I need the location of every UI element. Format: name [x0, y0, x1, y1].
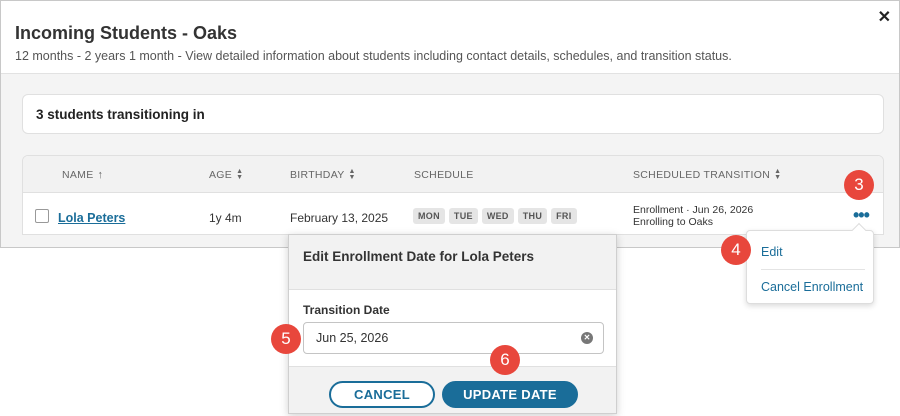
incoming-students-modal: Incoming Students - Oaks ✕ 12 months - 2… — [0, 0, 900, 248]
step-badge-6: 6 — [490, 345, 520, 375]
transition-date-label: Transition Date — [303, 303, 390, 317]
day-chip: MON — [413, 208, 445, 224]
column-header-age[interactable]: AGE ▲ ▼ — [209, 168, 244, 181]
column-header-name[interactable]: NAME ↑ — [62, 169, 103, 181]
sort-icon: ▲ ▼ — [348, 168, 356, 181]
scheduled-transition: Enrollment · Jun 26, 2026 Enrolling to O… — [633, 204, 753, 228]
schedule-days: MON TUE WED THU FRI — [413, 208, 577, 224]
modal-title: Incoming Students - Oaks — [15, 23, 238, 43]
student-age: 1y 4m — [209, 211, 242, 225]
day-chip: TUE — [448, 208, 478, 224]
transition-date-input[interactable]: Jun 25, 2026 ✕ — [303, 322, 604, 354]
student-birthday: February 13, 2025 — [290, 211, 389, 225]
day-chip: WED — [481, 208, 514, 224]
edit-enrollment-popover: Edit Enrollment Date for Lola Peters Tra… — [288, 234, 617, 414]
clear-icon[interactable]: ✕ — [581, 332, 593, 344]
day-chip: FRI — [551, 208, 577, 224]
step-badge-3: 3 — [844, 170, 874, 200]
students-table: NAME ↑ AGE ▲ ▼ BIRTHDAY ▲ ▼ SCHEDULE SCHED… — [22, 155, 884, 235]
popover-title: Edit Enrollment Date for Lola Peters — [303, 249, 535, 264]
student-name-link[interactable]: Lola Peters — [58, 211, 125, 225]
column-label-birthday: BIRTHDAY — [290, 169, 345, 181]
column-header-birthday[interactable]: BIRTHDAY ▲ ▼ — [290, 168, 356, 181]
close-icon[interactable]: ✕ — [878, 7, 891, 27]
menu-item-cancel-enrollment[interactable]: Cancel Enrollment — [761, 280, 863, 294]
table-header: NAME ↑ AGE ▲ ▼ BIRTHDAY ▲ ▼ SCHEDULE SCHED… — [23, 156, 883, 193]
column-label-age: AGE — [209, 169, 233, 181]
popover-header: Edit Enrollment Date for Lola Peters — [289, 235, 616, 290]
column-label-transition: SCHEDULED TRANSITION — [633, 169, 771, 181]
column-header-schedule: SCHEDULE — [414, 169, 474, 181]
modal-subtitle: 12 months - 2 years 1 month - View detai… — [15, 49, 732, 63]
transition-destination: Enrolling to Oaks — [633, 216, 713, 228]
student-count-card: 3 students transitioning in — [22, 94, 884, 134]
transition-type-date: Enrollment · Jun 26, 2026 — [633, 204, 754, 216]
menu-item-edit[interactable]: Edit — [761, 245, 783, 259]
cancel-button[interactable]: CANCEL — [329, 381, 435, 408]
table-row: Lola Peters 1y 4m February 13, 2025 MON … — [23, 193, 883, 234]
sort-icon: ▲ ▼ — [774, 168, 782, 181]
row-checkbox[interactable] — [35, 209, 49, 223]
row-actions-menu: Edit Cancel Enrollment — [746, 222, 874, 304]
step-badge-5: 5 — [271, 324, 301, 354]
student-count-label: 3 students transitioning in — [36, 107, 205, 122]
column-label-name: NAME — [62, 169, 94, 181]
column-header-transition[interactable]: SCHEDULED TRANSITION ▲ ▼ — [633, 168, 782, 181]
transition-date-value: Jun 25, 2026 — [316, 331, 389, 345]
more-options-icon[interactable]: ••• — [853, 205, 870, 226]
column-label-schedule: SCHEDULE — [414, 169, 474, 181]
sort-icon: ▲ ▼ — [236, 168, 244, 181]
menu-divider — [761, 269, 865, 270]
step-badge-4: 4 — [721, 235, 751, 265]
popover-footer: CANCEL UPDATE DATE — [289, 366, 616, 413]
sort-ascending-icon: ↑ — [97, 169, 104, 181]
day-chip: THU — [517, 208, 548, 224]
update-date-button[interactable]: UPDATE DATE — [442, 381, 578, 408]
